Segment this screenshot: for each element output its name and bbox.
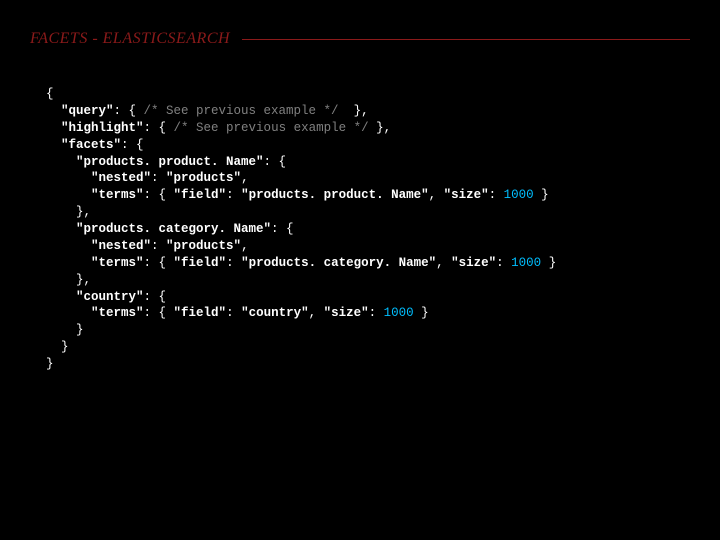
code-text: } <box>414 306 429 320</box>
code-number: 1000 <box>511 256 541 270</box>
code-line: } <box>46 340 69 354</box>
code-line: }, <box>46 273 91 287</box>
code-text: , <box>309 306 324 320</box>
code-key: "terms" <box>46 256 144 270</box>
code-number: 1000 <box>384 306 414 320</box>
code-key: "products. category. Name" <box>46 222 271 236</box>
code-text: } <box>534 188 549 202</box>
code-line: { <box>46 87 54 101</box>
code-string: "products" <box>166 239 241 253</box>
header-rule <box>242 39 690 40</box>
code-key: "size" <box>444 188 489 202</box>
code-text: : <box>369 306 384 320</box>
code-text: : <box>151 171 166 185</box>
code-text: , <box>241 171 249 185</box>
code-comment: /* See previous example */ <box>174 121 369 135</box>
code-key: "country" <box>46 290 144 304</box>
code-key: "size" <box>324 306 369 320</box>
code-block: { "query": { /* See previous example */ … <box>0 56 720 373</box>
code-key: "field" <box>174 188 227 202</box>
code-key: "terms" <box>46 188 144 202</box>
code-text: }, <box>339 104 369 118</box>
slide-header: FACETS - ELASTICSEARCH <box>0 0 720 56</box>
code-string: "products" <box>166 171 241 185</box>
code-key: "field" <box>174 306 227 320</box>
code-key: "products. product. Name" <box>46 155 264 169</box>
code-string: "country" <box>241 306 309 320</box>
code-text: : { <box>121 138 144 152</box>
code-text: : <box>226 306 241 320</box>
code-line: } <box>46 323 84 337</box>
code-comment: /* See previous example */ <box>144 104 339 118</box>
code-text: : { <box>144 256 174 270</box>
code-text: : <box>489 188 504 202</box>
code-text: : { <box>144 306 174 320</box>
code-line: } <box>46 357 54 371</box>
code-text: } <box>541 256 556 270</box>
code-text: , <box>436 256 451 270</box>
code-line: }, <box>46 205 91 219</box>
code-key: "field" <box>174 256 227 270</box>
code-text: : { <box>144 188 174 202</box>
code-key: "highlight" <box>46 121 144 135</box>
code-text: : { <box>144 121 174 135</box>
code-key: "terms" <box>46 306 144 320</box>
code-text: : { <box>144 290 167 304</box>
code-key: "facets" <box>46 138 121 152</box>
code-text: : { <box>114 104 144 118</box>
slide-title: FACETS - ELASTICSEARCH <box>30 30 230 48</box>
code-key: "query" <box>46 104 114 118</box>
code-key: "nested" <box>46 171 151 185</box>
code-text: : { <box>264 155 287 169</box>
code-text: : { <box>271 222 294 236</box>
code-text: : <box>496 256 511 270</box>
code-text: }, <box>369 121 392 135</box>
code-text: : <box>226 188 241 202</box>
code-string: "products. product. Name" <box>241 188 429 202</box>
code-text: : <box>151 239 166 253</box>
code-text: , <box>241 239 249 253</box>
code-number: 1000 <box>504 188 534 202</box>
code-key: "size" <box>451 256 496 270</box>
code-text: : <box>226 256 241 270</box>
code-string: "products. category. Name" <box>241 256 436 270</box>
code-key: "nested" <box>46 239 151 253</box>
code-text: , <box>429 188 444 202</box>
